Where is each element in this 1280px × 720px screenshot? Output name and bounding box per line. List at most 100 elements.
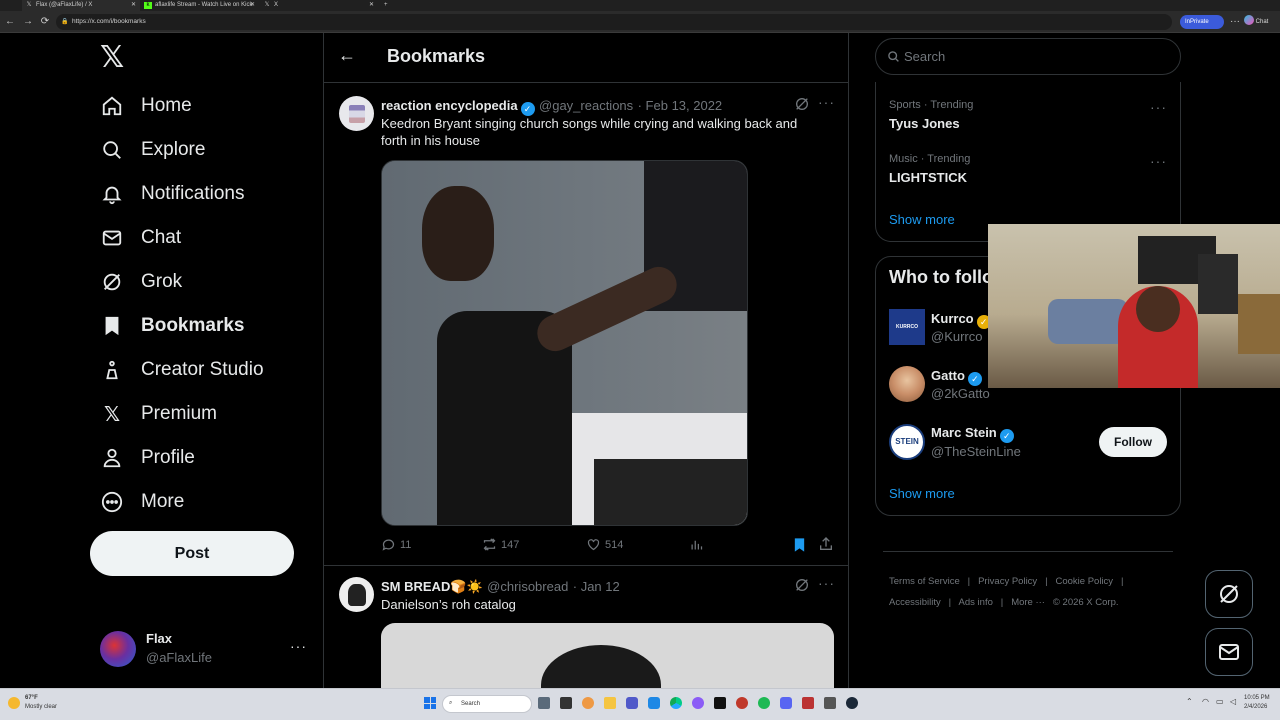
like-button[interactable]: 514 bbox=[586, 537, 623, 552]
post-date[interactable]: · Feb 13, 2022 bbox=[638, 98, 723, 113]
trend-more-button[interactable]: ··· bbox=[1150, 99, 1167, 115]
avatar[interactable] bbox=[339, 577, 374, 612]
wifi-icon[interactable]: ◠ bbox=[1202, 697, 1209, 706]
browser-tab[interactable]: 𝕏 Flax (@aFlaxLife) / X ✕ bbox=[22, 0, 140, 11]
footer-link[interactable]: Ads info bbox=[959, 597, 993, 608]
back-arrow-icon[interactable]: ← bbox=[3, 15, 17, 29]
nav-premium[interactable]: 𝕏 Premium bbox=[100, 392, 300, 436]
app-icon[interactable] bbox=[692, 697, 704, 709]
account-handle[interactable]: @aFlaxLife bbox=[146, 650, 212, 665]
nav-creator-studio[interactable]: Creator Studio bbox=[100, 348, 300, 392]
avatar[interactable] bbox=[100, 631, 136, 667]
terminal-icon[interactable] bbox=[560, 697, 572, 709]
weather-temp[interactable]: 67°F bbox=[25, 695, 38, 701]
nav-more[interactable]: More bbox=[100, 480, 300, 524]
avatar[interactable]: STEIN bbox=[889, 424, 925, 460]
post-more-button[interactable]: ··· bbox=[818, 94, 835, 110]
spotify-icon[interactable] bbox=[758, 697, 770, 709]
nav-bookmarks[interactable]: Bookmarks bbox=[100, 304, 300, 348]
nav-profile[interactable]: Profile bbox=[100, 436, 300, 480]
footer-more-link[interactable]: More ··· bbox=[1011, 597, 1045, 608]
teams-icon[interactable] bbox=[626, 697, 638, 709]
author-name[interactable]: SM BREAD🍞☀️ bbox=[381, 579, 483, 594]
who-show-more-link[interactable]: Show more bbox=[889, 486, 955, 501]
app-icon[interactable] bbox=[824, 697, 836, 709]
app-icon[interactable] bbox=[714, 697, 726, 709]
trend-title[interactable]: LIGHTSTICK bbox=[889, 170, 967, 185]
avatar[interactable] bbox=[339, 96, 374, 131]
settings-more-icon[interactable]: ··· bbox=[1228, 15, 1242, 29]
new-tab-button[interactable]: + bbox=[380, 0, 394, 11]
chevron-up-icon[interactable]: ⌃ bbox=[1186, 697, 1193, 706]
nav-home[interactable]: Home bbox=[100, 84, 300, 128]
avatar[interactable]: KURRCO bbox=[889, 309, 925, 345]
nav-explore[interactable]: Explore bbox=[100, 128, 300, 172]
refresh-icon[interactable]: ⟳ bbox=[38, 15, 52, 29]
follow-name[interactable]: Gatto ✓ bbox=[931, 368, 982, 386]
repost-button[interactable]: 147 bbox=[482, 537, 519, 552]
reply-button[interactable]: 11 bbox=[381, 537, 411, 552]
discord-icon[interactable] bbox=[780, 697, 792, 709]
taskbar-search[interactable]: ⌕ Search bbox=[442, 695, 532, 713]
post-image[interactable] bbox=[381, 623, 834, 688]
app-icon[interactable] bbox=[736, 697, 748, 709]
trends-show-more-link[interactable]: Show more bbox=[889, 212, 955, 227]
back-arrow-icon[interactable]: ← bbox=[338, 45, 356, 66]
close-icon[interactable]: ✕ bbox=[369, 0, 374, 11]
footer-link[interactable]: Privacy Policy bbox=[978, 576, 1037, 587]
volume-icon[interactable]: ◁ bbox=[1230, 697, 1236, 706]
nav-chat[interactable]: Chat bbox=[100, 216, 300, 260]
grok-icon[interactable] bbox=[794, 96, 810, 117]
grok-float-button[interactable] bbox=[1205, 570, 1253, 618]
nav-grok[interactable]: Grok bbox=[100, 260, 300, 304]
x-logo-icon[interactable]: 𝕏 bbox=[100, 43, 128, 73]
close-icon[interactable]: ✕ bbox=[250, 0, 255, 11]
nav-notifications[interactable]: Notifications bbox=[100, 172, 300, 216]
follow-button[interactable]: Follow bbox=[1099, 427, 1167, 457]
app-icon[interactable] bbox=[648, 697, 660, 709]
trend-more-button[interactable]: ··· bbox=[1150, 153, 1167, 169]
post-date[interactable]: · Jan 12 bbox=[573, 579, 620, 594]
bookmark-icon[interactable] bbox=[792, 537, 807, 558]
browser-tab[interactable]: k aflaxlife Stream - Watch Live on Kick … bbox=[141, 0, 259, 11]
edge-icon[interactable] bbox=[670, 697, 682, 709]
author-handle[interactable]: @gay_reactions bbox=[539, 98, 633, 113]
close-icon[interactable]: ✕ bbox=[131, 0, 136, 11]
account-more-button[interactable]: ··· bbox=[290, 638, 307, 654]
copilot-chat-button[interactable]: Chat bbox=[1244, 15, 1268, 29]
search-input[interactable]: Search bbox=[875, 38, 1181, 75]
post-more-button[interactable]: ··· bbox=[818, 575, 835, 591]
follow-name[interactable]: Marc Stein ✓ bbox=[931, 425, 1014, 443]
author-name[interactable]: reaction encyclopedia bbox=[381, 98, 518, 113]
post-card[interactable]: reaction encyclopedia ✓ @gay_reactions · … bbox=[324, 84, 848, 566]
post-button[interactable]: Post bbox=[90, 531, 294, 576]
follow-name[interactable]: Kurrco ✓ bbox=[931, 311, 991, 329]
clock-date[interactable]: 2/4/2026 bbox=[1244, 704, 1267, 710]
views-button[interactable] bbox=[689, 537, 704, 552]
footer-link[interactable]: Cookie Policy bbox=[1056, 576, 1114, 587]
chat-float-button[interactable] bbox=[1205, 628, 1253, 676]
share-icon[interactable] bbox=[818, 536, 834, 557]
post-card[interactable]: SM BREAD🍞☀️ @chrisobread · Jan 12 ··· Da… bbox=[324, 567, 848, 688]
windows-start-icon[interactable] bbox=[424, 697, 436, 709]
app-icon[interactable] bbox=[582, 697, 594, 709]
inprivate-badge[interactable]: InPrivate bbox=[1180, 15, 1224, 29]
task-view-icon[interactable] bbox=[538, 697, 550, 709]
account-name[interactable]: Flax bbox=[146, 631, 172, 646]
address-bar[interactable]: 🔒 https://x.com/i/bookmarks bbox=[56, 14, 1172, 30]
author-handle[interactable]: @chrisobread bbox=[487, 579, 568, 594]
file-explorer-icon[interactable] bbox=[604, 697, 616, 709]
weather-desc[interactable]: Mostly clear bbox=[25, 704, 57, 710]
footer-link[interactable]: Terms of Service bbox=[889, 576, 960, 587]
post-video[interactable] bbox=[381, 160, 748, 526]
forward-arrow-icon[interactable]: → bbox=[21, 15, 35, 29]
steam-icon[interactable] bbox=[846, 697, 858, 709]
browser-tab[interactable]: 𝕏 X ✕ bbox=[260, 0, 378, 11]
monitor-icon[interactable]: ▭ bbox=[1216, 697, 1224, 706]
clock-time[interactable]: 10:05 PM bbox=[1244, 695, 1270, 701]
trend-title[interactable]: Tyus Jones bbox=[889, 116, 960, 131]
app-icon[interactable] bbox=[802, 697, 814, 709]
grok-icon[interactable] bbox=[794, 577, 810, 598]
avatar[interactable] bbox=[889, 366, 925, 402]
footer-link[interactable]: Accessibility bbox=[889, 597, 941, 608]
